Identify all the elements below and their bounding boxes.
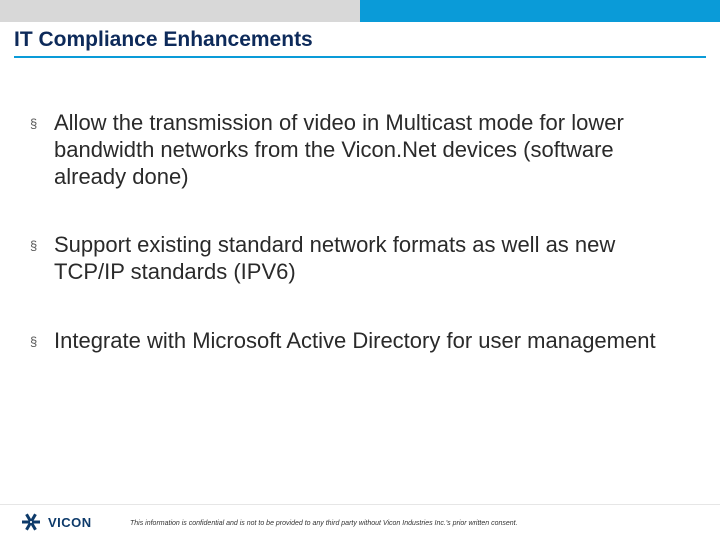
footer: VICON This information is confidential a…: [0, 504, 720, 540]
body-content: § Allow the transmission of video in Mul…: [20, 110, 670, 397]
bullet-text: Integrate with Microsoft Active Director…: [54, 328, 656, 353]
square-bullet-icon: §: [30, 335, 37, 348]
bullet-item: § Support existing standard network form…: [20, 232, 670, 286]
logo-text: VICON: [48, 515, 92, 530]
bullet-item: § Integrate with Microsoft Active Direct…: [20, 328, 670, 355]
bullet-item: § Allow the transmission of video in Mul…: [20, 110, 670, 190]
square-bullet-icon: §: [30, 239, 37, 252]
square-bullet-icon: §: [30, 117, 37, 130]
title-underline: [14, 56, 706, 58]
top-accent-blue: [360, 0, 720, 22]
slide: IT Compliance Enhancements § Allow the t…: [0, 0, 720, 540]
slide-title: IT Compliance Enhancements: [14, 28, 313, 52]
top-accent-gray: [0, 0, 360, 22]
logo-asterisk-icon: [22, 512, 42, 532]
logo: VICON: [22, 512, 92, 532]
confidentiality-disclaimer: This information is confidential and is …: [130, 520, 690, 527]
top-accent-bar: [0, 0, 720, 22]
bullet-text: Support existing standard network format…: [54, 232, 615, 284]
bullet-text: Allow the transmission of video in Multi…: [54, 110, 624, 189]
